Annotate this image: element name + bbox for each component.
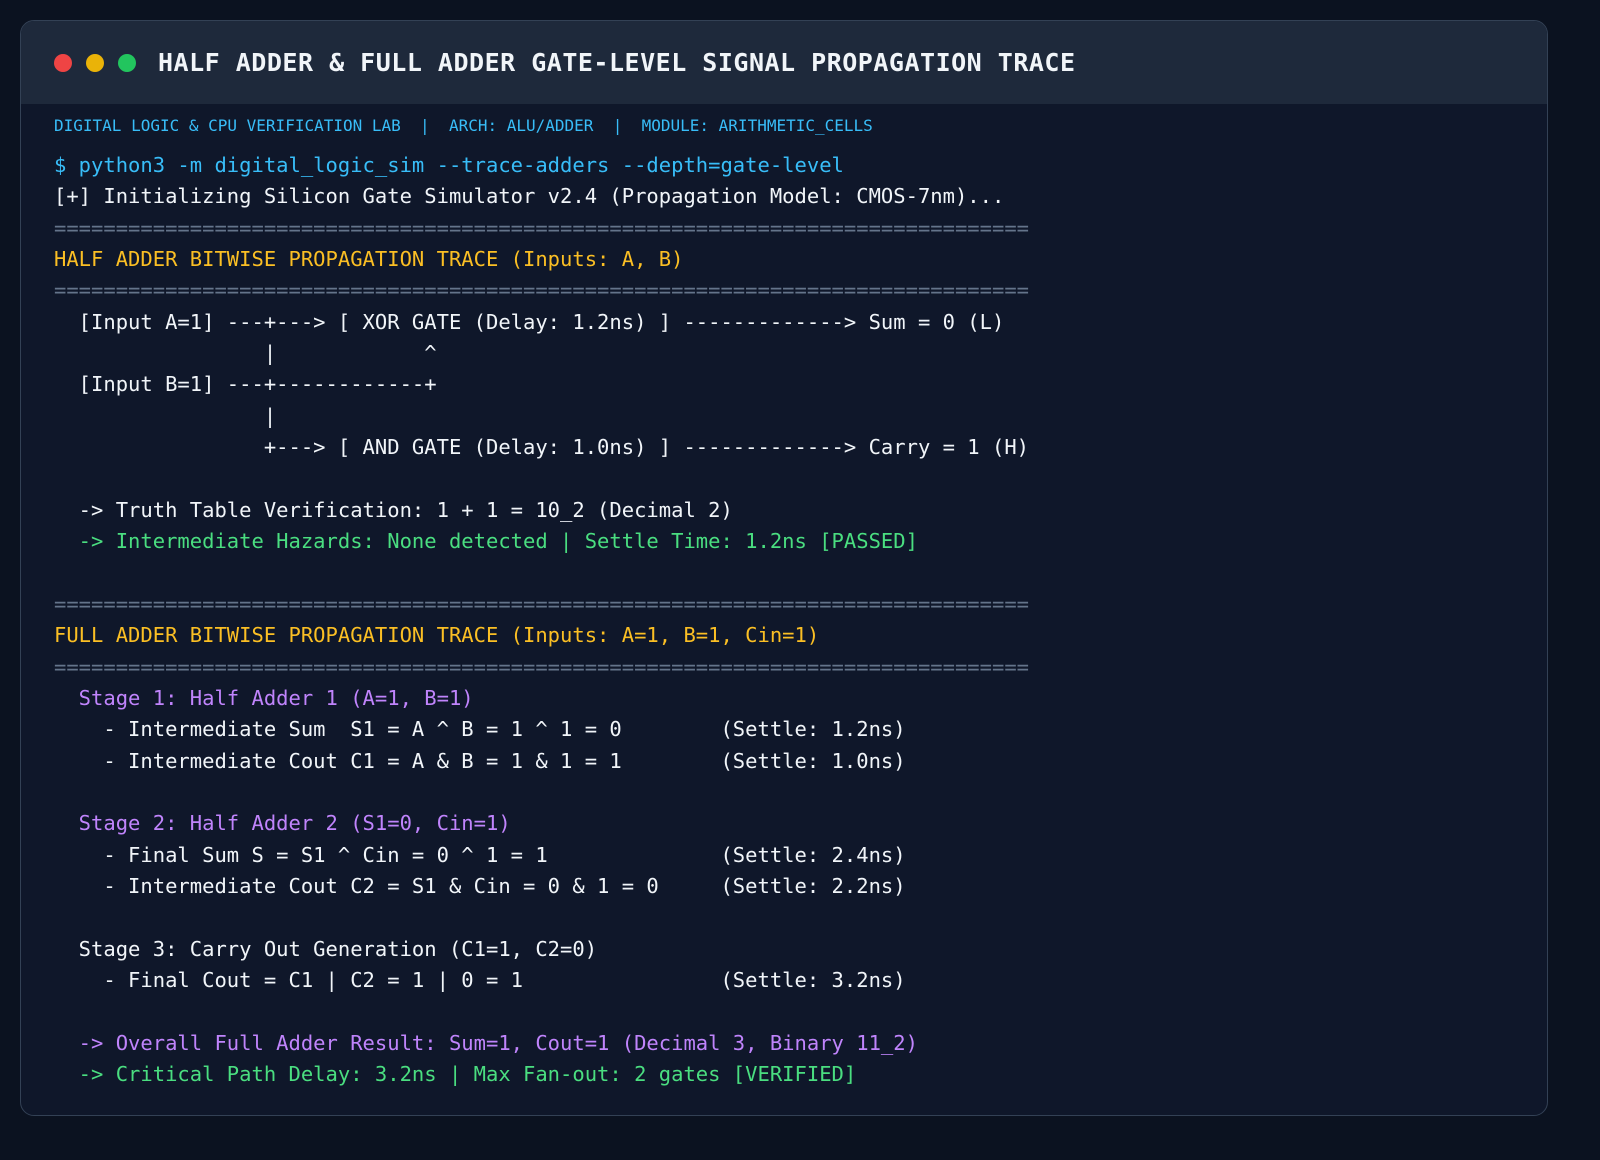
truth-table-line: -> Truth Table Verification: 1 + 1 = 10_… [54, 497, 733, 522]
stage-3-heading: Stage 3: Carry Out Generation (C1=1, C2=… [54, 936, 598, 961]
stage-2-heading: Stage 2: Half Adder 2 (S1=0, Cin=1) [54, 811, 511, 836]
diagram-line: [Input B=1] ---+------------+ [54, 372, 437, 397]
overall-result-line: -> Overall Full Adder Result: Sum=1, Cou… [54, 1030, 918, 1055]
minimize-window-icon[interactable] [86, 53, 104, 72]
stage-1-heading: Stage 1: Half Adder 1 (A=1, B=1) [54, 685, 474, 710]
diagram-line: | [54, 403, 277, 428]
output-line: [+] Initializing Silicon Gate Simulator … [54, 184, 1005, 209]
stage-detail-line: - Final Cout = C1 | C2 = 1 | 0 = 1 (Sett… [54, 967, 906, 992]
stage-detail-line: - Intermediate Sum S1 = A ^ B = 1 ^ 1 = … [54, 717, 906, 742]
separator-line: ========================================… [54, 654, 1030, 679]
stage-detail-line: - Intermediate Cout C1 = A & B = 1 & 1 =… [54, 748, 906, 773]
half-adder-heading: HALF ADDER BITWISE PROPAGATION TRACE (In… [54, 247, 684, 272]
diagram-line: [Input A=1] ---+---> [ XOR GATE (Delay: … [54, 309, 1005, 334]
stage-detail-line: - Intermediate Cout C2 = S1 & Cin = 0 & … [54, 873, 906, 898]
stage-detail-line: - Final Sum S = S1 ^ Cin = 0 ^ 1 = 1 (Se… [54, 842, 906, 867]
terminal-output: $ python3 -m digital_logic_sim --trace-a… [54, 150, 1547, 1090]
separator-line: ========================================… [54, 591, 1030, 616]
critical-path-line: -> Critical Path Delay: 3.2ns | Max Fan-… [54, 1061, 857, 1086]
separator-line: ========================================… [54, 278, 1030, 303]
close-window-icon[interactable] [54, 53, 72, 72]
terminal-content[interactable]: DIGITAL LOGIC & CPU VERIFICATION LAB | A… [21, 104, 1547, 1090]
diagram-line: +---> [ AND GATE (Delay: 1.0ns) ] ------… [54, 435, 1030, 460]
title-bar: HALF ADDER & FULL ADDER GATE-LEVEL SIGNA… [21, 21, 1547, 104]
full-adder-heading: FULL ADDER BITWISE PROPAGATION TRACE (In… [54, 623, 820, 648]
diagram-line: | ^ [54, 341, 437, 366]
terminal-window: HALF ADDER & FULL ADDER GATE-LEVEL SIGNA… [20, 20, 1548, 1116]
separator-line: ========================================… [54, 215, 1030, 240]
command-line: $ python3 -m digital_logic_sim --trace-a… [54, 153, 844, 177]
lab-subheader: DIGITAL LOGIC & CPU VERIFICATION LAB | A… [54, 116, 873, 135]
maximize-window-icon[interactable] [118, 53, 136, 72]
hazard-status-line: -> Intermediate Hazards: None detected |… [54, 529, 918, 554]
window-title: HALF ADDER & FULL ADDER GATE-LEVEL SIGNA… [158, 48, 1076, 77]
